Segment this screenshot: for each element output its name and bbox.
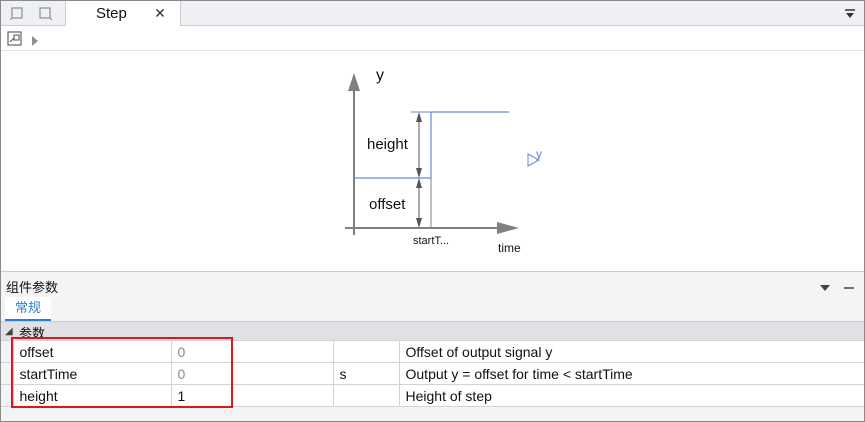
- param-description: Offset of output signal y: [398, 340, 864, 363]
- param-name: offset: [12, 340, 172, 363]
- diagram-canvas[interactable]: y height offset startT... time y: [1, 51, 864, 270]
- step-editor-window: Step ✕ y height offset startT... time y …: [0, 0, 865, 422]
- pin-icon[interactable]: [9, 6, 24, 21]
- offset-label: offset: [369, 196, 406, 213]
- table-row[interactable]: offset 0 Offset of output signal y: [1, 340, 864, 363]
- component-parameters-panel: 组件参数 常规 ◢ 参数 offset 0 Offset of output s…: [1, 271, 864, 421]
- table-row[interactable]: startTime 0 s Output y = offset for time…: [1, 362, 864, 385]
- diagram-toolbar: [1, 26, 864, 51]
- param-value-field[interactable]: 1: [170, 384, 334, 407]
- y-axis-arrow: [348, 73, 360, 91]
- param-name: startTime: [12, 362, 172, 385]
- parameter-group-header[interactable]: ◢ 参数: [1, 321, 864, 341]
- offset-arrow-down: [416, 218, 422, 228]
- close-icon[interactable]: ✕: [152, 4, 168, 22]
- panel-menu-icon[interactable]: [819, 280, 831, 291]
- y-axis-label: y: [376, 67, 384, 84]
- param-unit: [332, 384, 400, 407]
- step-block-icon[interactable]: y height offset startT... time y: [1, 51, 864, 270]
- x-axis-arrow: [497, 222, 519, 234]
- param-description: Height of step: [398, 384, 864, 407]
- tab-step[interactable]: Step ✕: [65, 1, 181, 26]
- tab-general[interactable]: 常规: [5, 297, 52, 321]
- height-arrow-down: [416, 168, 422, 178]
- chevron-down-icon[interactable]: [844, 7, 856, 19]
- table-row[interactable]: height 1 Height of step: [1, 384, 864, 407]
- height-label: height: [367, 136, 409, 153]
- window-icon[interactable]: [38, 6, 53, 21]
- minimize-icon[interactable]: [843, 280, 855, 290]
- height-arrow-up: [416, 112, 422, 122]
- collapse-arrow-icon[interactable]: ◢: [5, 326, 13, 337]
- param-value-field[interactable]: 0: [170, 362, 334, 385]
- param-description: Output y = offset for time < startTime: [398, 362, 864, 385]
- output-port-label: y: [536, 147, 542, 161]
- param-unit: [332, 340, 400, 363]
- param-name: height: [12, 384, 172, 407]
- param-value-field[interactable]: 0: [170, 340, 334, 363]
- start-time-label: startT...: [413, 235, 449, 247]
- tab-label: Step: [96, 5, 127, 22]
- x-axis-label: time: [498, 241, 521, 255]
- offset-arrow-up: [416, 178, 422, 188]
- param-unit: s: [332, 362, 400, 385]
- diagram-view-icon[interactable]: [7, 31, 22, 51]
- panel-title: 组件参数: [6, 280, 59, 295]
- tab-bar: Step ✕: [1, 1, 864, 26]
- play-arrow-icon[interactable]: [31, 33, 39, 51]
- parameter-table: offset 0 Offset of output signal y start…: [1, 340, 864, 407]
